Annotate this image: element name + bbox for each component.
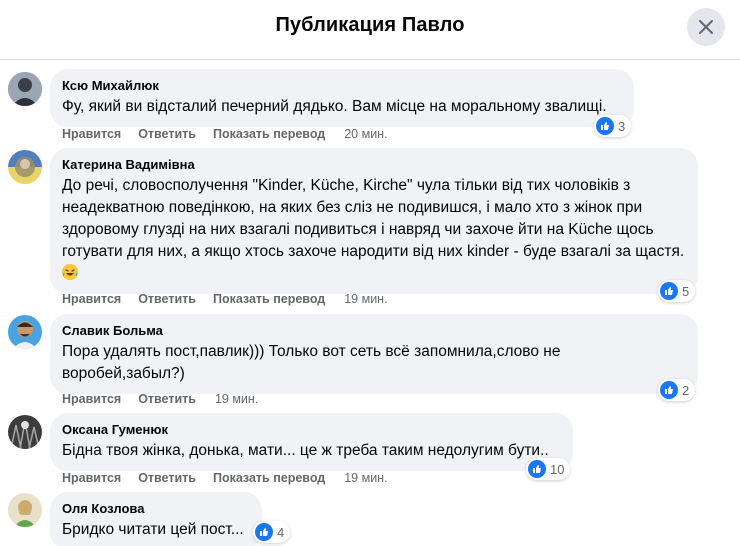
- dialog-title: Публикация Павло: [275, 14, 465, 36]
- reply-button[interactable]: Ответить: [138, 471, 196, 485]
- reply-button[interactable]: Ответить: [138, 392, 196, 406]
- comment-actions: Нравится Ответить 19 мин.: [62, 392, 258, 406]
- close-button[interactable]: [687, 8, 725, 46]
- comment-bubble: Славик Больма Пора удалять пост,павлик))…: [50, 314, 698, 394]
- comment-text-body: До речі, словосполучення "Kinder, Küche,…: [62, 177, 685, 260]
- avatar[interactable]: [8, 72, 42, 106]
- comment-timestamp[interactable]: 20 мин.: [344, 127, 387, 141]
- comment-bubble: Катерина Вадимівна До речі, словосполуче…: [50, 148, 698, 294]
- reaction-number: 3: [618, 118, 626, 134]
- comment-timestamp[interactable]: 19 мин.: [344, 471, 387, 485]
- like-button[interactable]: Нравится: [62, 471, 121, 485]
- comment-text: Бридко читати цей пост...: [62, 521, 244, 538]
- laughing-face-icon: [62, 264, 78, 280]
- comment-author[interactable]: Ксю Михайлюк: [62, 77, 622, 94]
- reaction-count[interactable]: 4: [253, 521, 291, 543]
- avatar[interactable]: [8, 493, 42, 527]
- dialog-header: Публикация Павло: [0, 0, 740, 60]
- reaction-number: 4: [277, 524, 285, 540]
- like-icon: [528, 460, 546, 478]
- scrollbar[interactable]: [730, 60, 740, 546]
- comment-text: Пора удалять пост,павлик))) Только вот с…: [62, 343, 561, 382]
- reaction-count[interactable]: 2: [658, 379, 696, 401]
- like-button[interactable]: Нравится: [62, 127, 121, 141]
- comment-text: Бідна твоя жінка, донька, мати... це ж т…: [62, 442, 549, 459]
- reply-button[interactable]: Ответить: [138, 127, 196, 141]
- comment-timestamp[interactable]: 19 мин.: [215, 392, 258, 406]
- comment-bubble: Оксана Гуменюк Бідна твоя жінка, донька,…: [50, 413, 573, 471]
- reaction-count[interactable]: 3: [594, 115, 632, 137]
- like-icon: [660, 381, 678, 399]
- like-icon: [255, 523, 273, 541]
- comment-author[interactable]: Оля Козлова: [62, 500, 250, 517]
- like-button[interactable]: Нравится: [62, 292, 121, 306]
- like-button[interactable]: Нравится: [62, 392, 121, 406]
- like-icon: [660, 282, 678, 300]
- comment-author[interactable]: Славик Больма: [62, 322, 686, 339]
- comment-author[interactable]: Катерина Вадимівна: [62, 156, 686, 173]
- reaction-number: 2: [682, 382, 690, 398]
- reaction-count[interactable]: 10: [526, 458, 571, 480]
- translate-button[interactable]: Показать перевод: [213, 292, 325, 306]
- comment-actions: Нравится Ответить Показать перевод 19 мин.: [62, 292, 388, 306]
- reaction-number: 10: [550, 461, 565, 477]
- comment-actions: Нравится Ответить Показать перевод 19 мин.: [62, 471, 388, 485]
- avatar[interactable]: [8, 150, 42, 184]
- avatar[interactable]: [8, 415, 42, 449]
- avatar[interactable]: [8, 315, 42, 349]
- translate-button[interactable]: Показать перевод: [213, 471, 325, 485]
- comment-text: Фу, який ви відсталий печерний дядько. В…: [62, 98, 607, 115]
- comment-actions: Нравится Ответить Показать перевод 20 мин.: [62, 127, 388, 141]
- comment-bubble: Ксю Михайлюк Фу, який ви відсталий печер…: [50, 69, 634, 127]
- comment-timestamp[interactable]: 19 мин.: [344, 292, 387, 306]
- reaction-count[interactable]: 5: [658, 280, 696, 302]
- close-icon: [699, 20, 713, 34]
- translate-button[interactable]: Показать перевод: [213, 127, 325, 141]
- like-icon: [596, 117, 614, 135]
- comment-bubble: Оля Козлова Бридко читати цей пост...: [50, 492, 262, 546]
- reply-button[interactable]: Ответить: [138, 292, 196, 306]
- comment-text: До речі, словосполучення "Kinder, Küche,…: [62, 175, 686, 285]
- reaction-number: 5: [682, 283, 690, 299]
- comment-author[interactable]: Оксана Гуменюк: [62, 421, 561, 438]
